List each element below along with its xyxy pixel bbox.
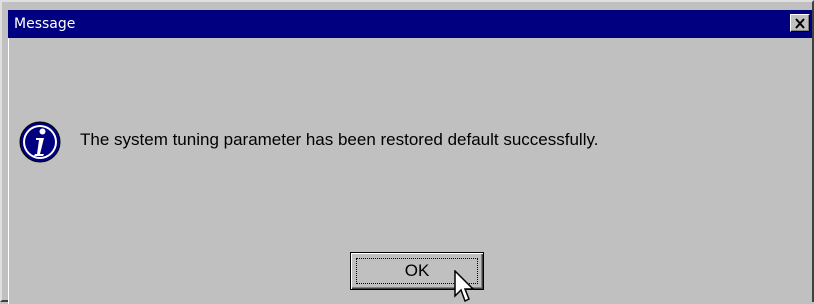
message-dialog: Message The system tuning parameter has … [0,0,814,304]
message-text: The system tuning parameter has been res… [80,130,599,149]
info-icon [19,121,61,163]
close-icon [795,17,805,29]
ok-button-label: OK [404,261,430,280]
mouse-pointer-icon [454,270,475,303]
body-edge [8,38,9,304]
title-bar[interactable]: Message [8,10,812,38]
close-button[interactable] [790,14,810,32]
window-title: Message [14,16,76,32]
